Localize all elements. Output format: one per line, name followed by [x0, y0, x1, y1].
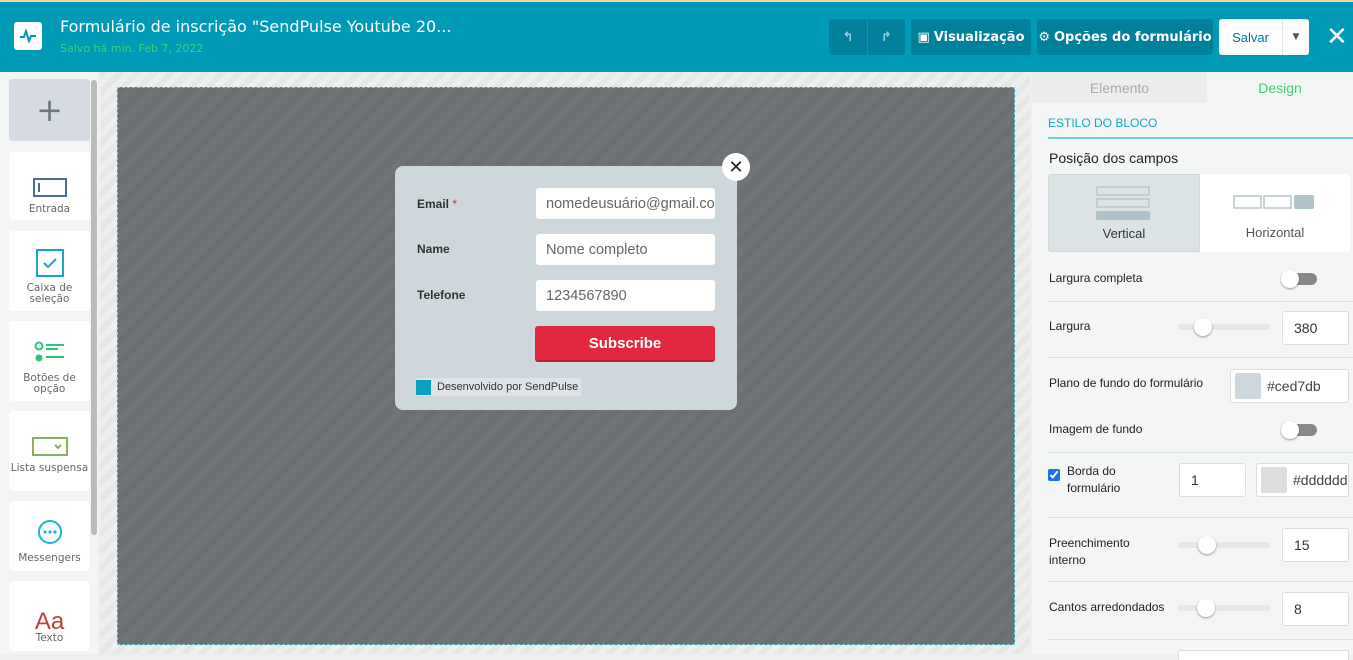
sendpulse-logo-icon	[14, 22, 42, 50]
radio-list-icon	[9, 331, 90, 367]
full-width-toggle[interactable]	[1281, 270, 1317, 288]
divider	[1048, 581, 1353, 582]
section-divider	[1048, 137, 1353, 139]
phone-label: Telefone	[417, 288, 466, 302]
design-panel: Elemento Design ESTILO DO BLOCO Posição …	[1032, 72, 1353, 660]
sidebar-item-dropdown[interactable]: Lista suspensa	[9, 411, 90, 491]
field-position-label: Posição dos campos	[1049, 150, 1179, 166]
sidebar-item-checkbox[interactable]: Caixa de seleção	[9, 231, 90, 311]
name-input[interactable]: Nome completo	[536, 234, 715, 265]
padding-label: Preenchimento interno	[1049, 536, 1130, 567]
corner-radius-label: Cantos arredondados	[1049, 600, 1165, 614]
save-button[interactable]: Salvar	[1219, 19, 1282, 55]
email-label: Email *	[417, 197, 458, 211]
gear-icon: ⚙	[1038, 29, 1050, 45]
padding-input[interactable]: 15	[1282, 528, 1349, 562]
powered-by-badge[interactable]: Desenvolvido por SendPulse	[416, 378, 582, 396]
sidebar-item-radio[interactable]: Botões de opção	[9, 321, 90, 401]
color-swatch	[1261, 467, 1287, 493]
input-icon	[9, 162, 90, 198]
divider	[1048, 639, 1353, 640]
divider	[1048, 357, 1353, 358]
plus-icon: +	[36, 91, 63, 129]
preview-button[interactable]: ▣ Visualização	[911, 19, 1031, 55]
divider	[1048, 301, 1353, 302]
next-input[interactable]	[1178, 650, 1349, 660]
border-checkbox[interactable]	[1048, 469, 1060, 481]
slider-handle[interactable]	[1194, 318, 1212, 336]
subscribe-button[interactable]: Subscribe	[535, 326, 715, 362]
vertical-layout-icon	[1096, 186, 1150, 220]
play-icon: ▣	[917, 29, 930, 45]
sidebar-item-label: Lista suspensa	[10, 462, 89, 474]
top-bar: Formulário de inscrição "SendPulse Youtu…	[0, 0, 1353, 72]
sidebar-item-messengers[interactable]: Messengers	[9, 501, 90, 571]
corner-radius-slider[interactable]	[1178, 599, 1270, 617]
redo-button[interactable]: ↱	[868, 19, 905, 55]
sidebar-item-label: Entrada	[28, 203, 71, 215]
form-title: Formulário de inscrição "SendPulse Youtu…	[60, 17, 452, 36]
width-slider[interactable]	[1178, 318, 1270, 336]
form-close-icon[interactable]: ✕	[722, 153, 750, 181]
position-vertical-option[interactable]: Vertical	[1048, 174, 1200, 252]
sidebar-item-label: Texto	[35, 632, 64, 644]
width-input[interactable]: 380	[1282, 311, 1349, 345]
form-options-button[interactable]: ⚙ Opções do formulário	[1037, 19, 1213, 55]
background-image-label: Imagem de fundo	[1049, 422, 1143, 436]
text-icon: Aa	[34, 608, 65, 635]
form-options-label: Opções do formulário	[1053, 29, 1212, 45]
horizontal-layout-icon	[1233, 195, 1314, 209]
width-label: Largura	[1049, 319, 1091, 333]
horizontal-label: Horizontal	[1245, 225, 1305, 240]
slider-handle[interactable]	[1197, 599, 1215, 617]
divider	[1048, 452, 1353, 453]
section-title: ESTILO DO BLOCO	[1048, 116, 1158, 130]
color-swatch	[1235, 373, 1261, 399]
sidebar-item-entrada[interactable]: Entrada	[9, 152, 90, 220]
sendpulse-icon	[416, 379, 431, 395]
background-image-toggle[interactable]	[1281, 421, 1317, 439]
sidebar-item-label: Caixa de seleção	[26, 282, 73, 305]
divider	[1048, 517, 1353, 518]
checkbox-icon	[9, 241, 90, 277]
vertical-label: Vertical	[1102, 226, 1146, 241]
border-label: Borda do formulário	[1067, 464, 1121, 495]
saved-status: Salvo há min. Feb 7, 2022	[60, 42, 204, 55]
sidebar-item-label: Botões de opção	[23, 372, 76, 395]
sidebar-item-label: Messengers	[18, 552, 81, 564]
tab-elemento[interactable]: Elemento	[1032, 72, 1207, 103]
position-horizontal-option[interactable]: Horizontal	[1200, 174, 1350, 252]
slider-handle[interactable]	[1198, 536, 1216, 554]
form-background-label: Plano de fundo do formulário	[1049, 376, 1204, 390]
sidebar-item-text[interactable]: Aa Texto	[9, 581, 90, 651]
redo-icon: ↱	[881, 29, 892, 45]
padding-slider[interactable]	[1178, 536, 1270, 554]
undo-button[interactable]: ↰	[829, 19, 867, 55]
preview-label: Visualização	[933, 29, 1025, 45]
powered-by-text: Desenvolvido por SendPulse	[437, 381, 579, 393]
save-group: Salvar ▼	[1219, 19, 1309, 55]
subscription-form[interactable]: Email * nomedeusuário@gmail.com Name Nom…	[395, 166, 737, 410]
full-width-label: Largura completa	[1049, 271, 1143, 285]
close-icon[interactable]: ✕	[1326, 22, 1348, 52]
email-input[interactable]: nomedeusuário@gmail.com	[536, 188, 715, 219]
phone-input[interactable]: 1234567890	[536, 280, 715, 311]
corner-radius-input[interactable]: 8	[1282, 592, 1349, 626]
sidebar-scrollbar[interactable]	[91, 80, 97, 535]
dropdown-icon	[9, 421, 90, 457]
name-label: Name	[417, 242, 450, 256]
border-width-input[interactable]: 1	[1179, 463, 1246, 497]
form-background-color-input[interactable]: #ced7db	[1230, 369, 1349, 403]
save-dropdown-chevron-icon[interactable]: ▼	[1282, 19, 1309, 55]
add-block-button[interactable]: +	[9, 79, 90, 141]
chat-bubble-icon	[9, 511, 90, 547]
undo-icon: ↰	[842, 29, 854, 45]
border-color-input[interactable]: #dddddd	[1256, 463, 1349, 497]
tab-design[interactable]: Design	[1207, 72, 1353, 103]
